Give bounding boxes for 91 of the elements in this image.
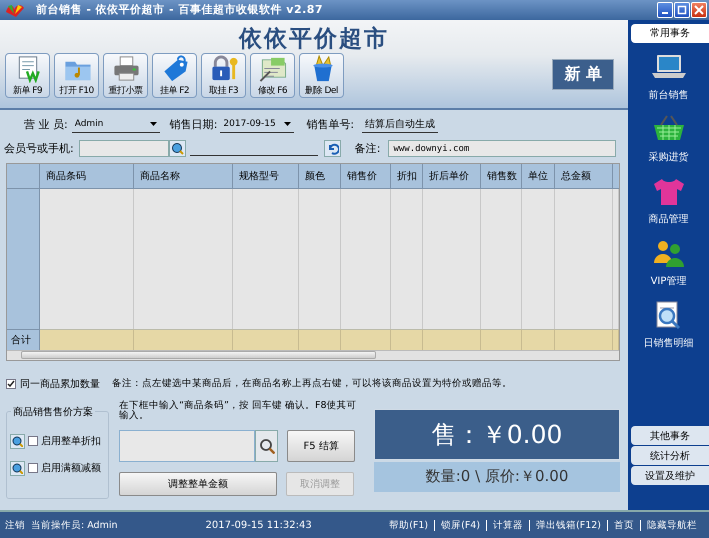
search-button[interactable] [168,140,186,158]
group-title: 商品销售售价方案 [11,404,95,419]
column-header[interactable]: 颜色 [299,164,341,189]
column-header[interactable]: 折扣 [391,164,423,189]
zoom-button[interactable] [10,434,25,449]
window-title: 前台销售 - 依依平价超市 - 百事佳超市收银软件 v2.87 [36,2,324,18]
logout-link[interactable]: 注销 [5,518,25,532]
toolbar-button[interactable]: 取挂 F3 [201,52,246,98]
column-header[interactable]: 总金额 [555,164,613,189]
field-label: 营 业 员: [24,117,68,132]
search-icon [12,436,23,447]
field-label: 销售单号: [306,117,354,132]
checkbox[interactable] [28,436,38,446]
close-button[interactable] [691,2,707,18]
column-header[interactable]: 商品名称 [134,164,233,189]
checkbox-label: 启用满额减额 [41,462,101,476]
sale-amount-display: 售：￥0.00 [374,408,620,460]
status-link[interactable]: 首页 [607,520,640,531]
nav-item[interactable]: 前台销售 [628,44,709,106]
column-header[interactable]: 规格型号 [233,164,299,189]
sidebar-tab[interactable]: 其他事务 [631,426,709,446]
total-cell [555,328,613,350]
status-link[interactable]: 隐藏导航栏 [640,520,703,531]
store-title: 依依平价超市 [238,24,390,53]
toolbar-button[interactable]: 打开 F10 [54,52,99,98]
nav-item[interactable]: 日销售明细 [628,292,709,354]
close-icon [694,4,704,15]
total-cell [481,328,522,350]
nav-item[interactable]: 商品管理 [628,168,709,230]
toolbar-button[interactable]: 重打小票 [103,52,148,98]
toolbar-button[interactable]: 挂单 F2 [152,52,197,98]
undo-button[interactable] [324,140,341,158]
total-cell [299,328,341,350]
member-input-field[interactable] [78,140,169,158]
status-link[interactable]: 帮助(F1) [383,520,434,531]
toolbar-button[interactable]: 新单 F9 [5,52,50,98]
toolbar-button[interactable]: 修改 F6 [250,52,295,98]
barcode-input-field[interactable] [119,430,256,462]
checkbox-label: 启用整单折扣 [41,434,101,448]
salesperson-dropdown[interactable]: Admin [72,116,160,133]
checkbox[interactable] [28,463,38,474]
search-icon [12,462,23,474]
minimize-button[interactable] [657,2,673,18]
header-corner-cell [7,164,40,189]
zoom-button[interactable] [10,460,25,476]
remark-input-field[interactable]: www.downyi.com [388,140,616,158]
sidebar-tab[interactable]: 统计分析 [631,446,709,466]
checkout-button[interactable]: F5 结算 [287,430,356,462]
column-header[interactable]: 折后单价 [423,164,481,189]
status-link[interactable]: 锁屏(F4) [434,520,486,531]
total-cell [341,328,391,350]
sidebar-tab[interactable]: 常用事务 [631,24,709,43]
check-icon [7,380,15,388]
caret-icon [150,122,157,126]
total-row-label: 合计 [7,328,40,350]
horizontal-scrollbar[interactable] [7,350,619,360]
maximize-button[interactable] [674,2,690,18]
status-link[interactable]: 弹出钱箱(F12) [529,520,607,531]
search-icon [170,142,184,156]
caret-icon [284,122,292,126]
total-cell [522,328,555,350]
operator-text: 当前操作员: Admin [31,518,118,532]
total-cell [233,328,299,350]
total-cell [423,328,481,350]
checkbox[interactable] [6,378,16,389]
checkbox-label: 同一商品累加数量 [20,378,100,391]
order-status-badge: 新 单 [552,58,614,90]
minimize-icon [662,12,668,14]
note-text: 备注：点左键选中某商品后，在商品名称上再点右键，可以将该商品设置为特价或赠品等。 [112,377,512,390]
toolbar-button[interactable]: 删除 Del [299,52,344,98]
search-button[interactable] [255,430,278,462]
field-label: 销售日期: [170,117,218,132]
search-icon [258,438,275,454]
column-header[interactable]: 商品条码 [40,164,134,189]
field-label: 会员号或手机: [4,141,74,156]
column-header[interactable]: 销售数 [481,164,522,189]
column-header[interactable]: 单位 [522,164,555,189]
column-header[interactable]: 销售价 [341,164,391,189]
quantity-summary: 数量:0 \ 原价:￥0.00 [374,462,620,492]
date-dropdown[interactable]: 2017-09-15 [220,116,294,133]
sidebar-tab[interactable]: 设置及维护 [631,466,709,486]
nav-item[interactable]: VIP管理 [628,230,709,292]
total-cell [391,328,423,350]
sale-number-value: 结算后自动生成 [362,116,438,133]
status-link[interactable]: 计算器 [486,520,530,531]
instruction-text: 在下框中输入“商品条码”，按 回车键 确认。F8使其可输入。 [119,400,358,423]
field-label: 备注: [354,141,380,156]
nav-item[interactable]: 采购进货 [628,106,709,168]
maximize-icon [677,4,687,15]
adjust-total-button[interactable]: 调整整单金额 [119,472,278,496]
datetime-text: 2017-09-15 11:32:43 [206,520,312,531]
